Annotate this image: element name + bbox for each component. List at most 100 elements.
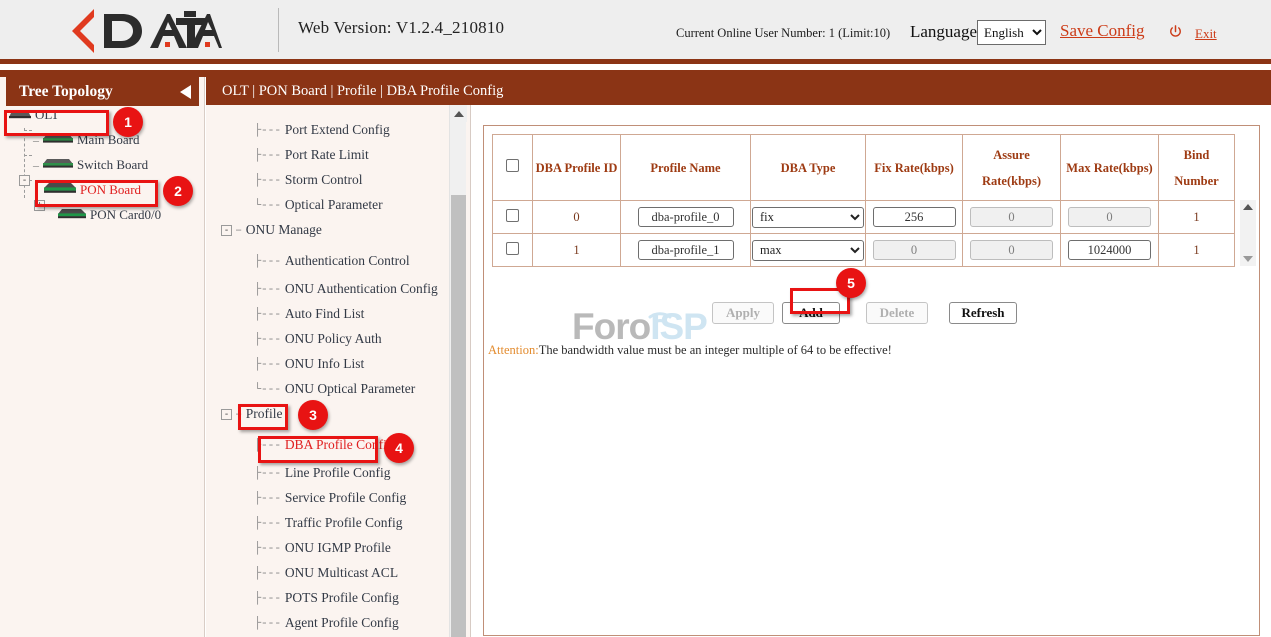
menu-item-onu-multicast-acl[interactable]: ├--- ONU Multicast ACL	[254, 562, 398, 584]
tree-topology-panel: Tree Topology OLT –	[0, 77, 205, 637]
tree-topology-header: Tree Topology	[6, 77, 199, 106]
refresh-button[interactable]: Refresh	[949, 302, 1017, 324]
tree-connector	[24, 128, 25, 198]
language-label: Language	[910, 22, 977, 42]
fix-rate-input	[873, 240, 956, 260]
menu-connector: –	[235, 223, 242, 237]
menu-item-line-profile-config[interactable]: ├---Line Profile Config	[254, 462, 391, 484]
menu-connector: ├---	[254, 307, 281, 321]
tree-node-switch-board[interactable]: – Switch Board	[33, 155, 148, 175]
col-max-rate: Max Rate(kbps)	[1061, 135, 1159, 201]
menu-item-onu-igmp-profile[interactable]: ├---ONU IGMP Profile	[254, 537, 391, 559]
table-rows-scrollbar[interactable]	[1240, 200, 1256, 266]
collapse-panel-icon[interactable]	[180, 85, 191, 99]
cdata-logo	[64, 6, 222, 56]
menu-connector: ├---	[254, 282, 281, 296]
menu-connector: ├---	[254, 466, 281, 480]
menu-connector: ├---	[254, 123, 281, 137]
header-accent-strip-2	[0, 70, 1271, 77]
menu-item-auto-find-list[interactable]: ├--- Auto Find List	[254, 303, 364, 325]
menu-item-traffic-profile-config[interactable]: ├---Traffic Profile Config	[254, 512, 403, 534]
menu-item-label: Optical Parameter	[285, 197, 383, 213]
select-all-checkbox[interactable]	[506, 159, 519, 172]
menu-item-label: Authentication Control	[285, 253, 410, 269]
menu-item-optical-parameter[interactable]: └---Optical Parameter	[254, 194, 383, 216]
menu-scrollbar[interactable]	[449, 105, 466, 637]
attention-text: The bandwidth value must be an integer m…	[539, 343, 892, 357]
menu-item-storm-control[interactable]: ├---Storm Control	[254, 169, 362, 191]
tree-expander-pon-board[interactable]: -	[19, 175, 30, 186]
menu-item-service-profile-config[interactable]: ├---Service Profile Config	[254, 487, 406, 509]
menu-item-label: Agent Profile Config	[285, 615, 399, 631]
delete-button[interactable]: Delete	[866, 302, 928, 324]
table-body: 0fixassureassure+maxmax11fixassureassure…	[493, 201, 1235, 267]
device-icon	[42, 156, 74, 174]
attention-keyword: Attention:	[488, 343, 539, 357]
menu-item-label: Service Profile Config	[285, 490, 406, 506]
menu-item-label: Traffic Profile Config	[285, 515, 403, 531]
table-header-row: DBA Profile ID Profile Name DBA Type Fix…	[493, 135, 1235, 201]
assure-rate-line2: Rate(kbps)	[982, 174, 1041, 188]
assure-rate-input	[970, 240, 1053, 260]
max-rate-input[interactable]	[1068, 240, 1151, 260]
menu-item-label: Port Extend Config	[285, 122, 390, 138]
col-bind-number: Bind Number	[1159, 135, 1235, 201]
max-rate-input	[1068, 207, 1151, 227]
highlight-box-2	[35, 180, 158, 207]
col-dba-type: DBA Type	[751, 135, 866, 201]
menu-connector: ├---	[254, 148, 281, 162]
menu-item-onu-authentication-config[interactable]: ├---ONU Authentication Config	[254, 278, 438, 300]
dba-type-select[interactable]: fixassureassure+maxmax	[752, 240, 864, 261]
step-badge-4: 4	[384, 433, 414, 463]
language-select[interactable]: English中文	[977, 20, 1046, 45]
highlight-box-4	[258, 436, 378, 463]
menu-item-pots-profile-config[interactable]: ├---POTS Profile Config	[254, 587, 399, 609]
exit-link[interactable]: Exit	[1195, 26, 1217, 42]
menu-scroll-up-icon[interactable]	[450, 105, 467, 122]
navigation-menu-panel: ├--- Port Extend Config ├---Port Rate Limi…	[206, 105, 471, 637]
menu-connector: ├---	[254, 566, 281, 580]
row-checkbox[interactable]	[506, 209, 519, 222]
cell-dba-type: fixassureassure+maxmax	[751, 201, 866, 234]
menu-item-label: Auto Find List	[285, 306, 365, 322]
cell-bind-number: 1	[1159, 234, 1235, 267]
profile-name-input[interactable]	[638, 207, 734, 227]
menu-item-agent-profile-config[interactable]: ├---Agent Profile Config	[254, 612, 399, 634]
cell-assure-rate	[963, 234, 1061, 267]
menu-item-port-extend-config[interactable]: ├--- Port Extend Config	[254, 119, 390, 141]
menu-expander-icon[interactable]: -	[221, 409, 232, 420]
breadcrumb: OLT | PON Board | Profile | DBA Profile …	[206, 77, 1271, 105]
menu-item-port-rate-limit[interactable]: ├---Port Rate Limit	[254, 144, 369, 166]
menu-item-authentication-control[interactable]: ├--- Authentication Control	[254, 250, 410, 272]
col-assure-rate: Assure Rate(kbps)	[963, 135, 1061, 201]
menu-connector: ├---	[254, 591, 281, 605]
menu-expander-icon[interactable]: -	[221, 225, 232, 236]
save-config-link[interactable]: Save Config	[1060, 21, 1145, 41]
menu-item-onu-optical-parameter[interactable]: └---ONU Optical Parameter	[254, 378, 415, 400]
menu-item-onu-manage[interactable]: -–ONU Manage	[221, 219, 322, 241]
apply-button[interactable]: Apply	[712, 302, 774, 324]
step-badge-1: 1	[113, 107, 143, 137]
tree-topology-title: Tree Topology	[19, 83, 113, 101]
row-select-cell	[493, 201, 533, 234]
row-checkbox[interactable]	[506, 242, 519, 255]
menu-item-onu-policy-auth[interactable]: ├---ONU Policy Auth	[254, 328, 382, 350]
menu-scrollbar-thumb[interactable]	[451, 195, 466, 637]
menu-item-label: ONU Multicast ACL	[285, 565, 398, 581]
tree-node-pon-card[interactable]: PON Card0/0	[57, 205, 161, 225]
menu-connector: ├---	[254, 332, 281, 346]
cell-bind-number: 1	[1159, 201, 1235, 234]
menu-item-onu-info-list[interactable]: ├---ONU Info List	[254, 353, 364, 375]
step-badge-2: 2	[163, 176, 193, 206]
menu-connector: ├---	[254, 357, 281, 371]
table-scroll-up-icon[interactable]	[1243, 204, 1253, 210]
table-scroll-down-icon[interactable]	[1243, 256, 1253, 262]
profile-name-input[interactable]	[638, 240, 734, 260]
cell-assure-rate	[963, 201, 1061, 234]
cell-max-rate	[1061, 234, 1159, 267]
cell-fix-rate	[866, 234, 963, 267]
action-button-row: Apply Add Delete Refresh	[484, 302, 1261, 332]
dba-type-select[interactable]: fixassureassure+maxmax	[752, 207, 864, 228]
fix-rate-input[interactable]	[873, 207, 956, 227]
menu-connector: ├---	[254, 254, 281, 268]
